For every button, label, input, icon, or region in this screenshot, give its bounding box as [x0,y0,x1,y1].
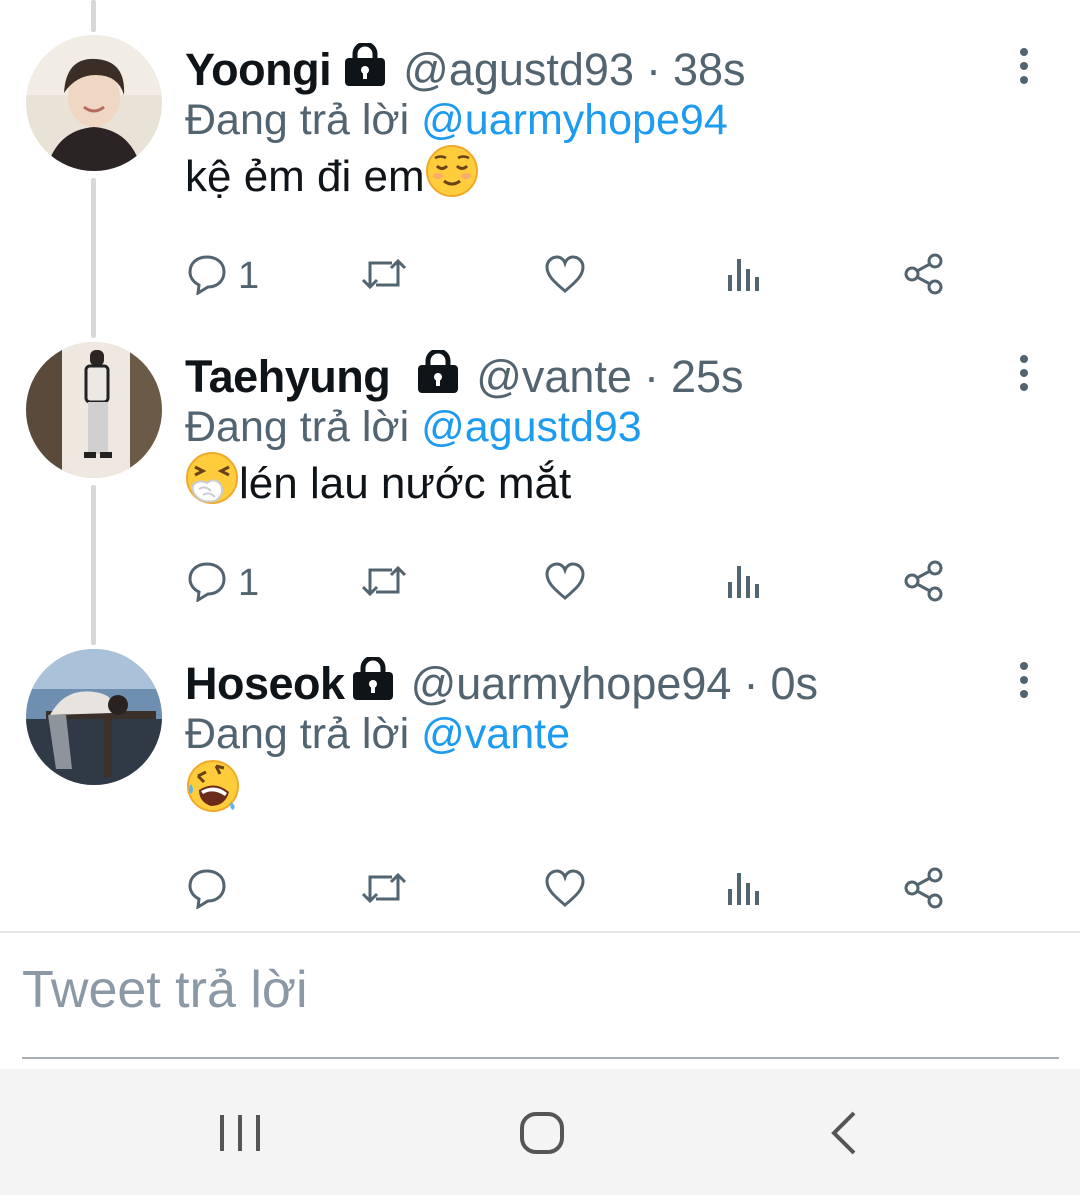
retweet-icon [360,560,408,607]
avatar[interactable] [26,342,162,478]
reply-count: 1 [238,561,260,604]
display-name[interactable]: Yoongi [185,44,332,96]
tweet-text: lén lau nước mắt [239,458,572,508]
separator-dot: · [743,658,759,709]
replying-to-label: Đang trả lời [185,710,410,758]
replying-to-link[interactable]: @vante [421,710,570,758]
compose-divider [0,931,1080,933]
retweet-button[interactable] [360,555,408,611]
recent-apps-icon[interactable] [218,1109,262,1157]
more-options-icon[interactable] [1010,46,1038,86]
separator-dot: · [643,351,659,402]
user-handle[interactable]: @vante [476,351,632,403]
system-navigation-bar [0,1069,1080,1195]
heart-icon [543,253,587,300]
heart-icon [543,560,587,607]
reply-icon [186,253,228,300]
retweet-button[interactable] [360,248,408,304]
lock-icon [349,655,397,712]
replying-to-link[interactable]: @uarmyhope94 [421,96,728,144]
rolling-on-floor-laughing-emoji [185,758,241,825]
more-options-icon[interactable] [1010,353,1038,393]
tweet-text: kệ ẻm đi em [185,151,425,201]
share-button[interactable] [902,248,946,304]
share-button[interactable] [902,862,946,918]
timestamp[interactable]: 38s [673,44,746,96]
tweet-actions: 1 [0,248,1080,308]
user-handle[interactable]: @uarmyhope94 [411,658,732,710]
reply-count: 1 [238,254,260,297]
replying-to-label: Đang trả lời [185,96,410,144]
like-button[interactable] [543,862,587,918]
user-handle[interactable]: @agustd93 [403,44,634,96]
lock-icon [414,348,462,405]
retweet-icon [360,253,408,300]
tweet-actions: 1 [0,555,1080,615]
retweet-button[interactable] [360,862,408,918]
reply-button[interactable] [186,862,238,918]
share-button[interactable] [902,555,946,611]
compose-underline [22,1057,1059,1059]
analytics-icon [724,560,764,607]
replying-to-link[interactable]: @agustd93 [421,403,642,451]
tweet-text-container [185,758,241,825]
reply-icon [186,867,228,914]
like-button[interactable] [543,555,587,611]
reply-button[interactable]: 1 [186,248,259,304]
analytics-button[interactable] [724,555,764,611]
share-icon [902,560,946,607]
timestamp[interactable]: 25s [671,351,744,403]
tweet-hoseok[interactable]: Hoseok @uarmyhope94 · 0s Đang trả lời @v… [0,614,1080,921]
reply-button[interactable]: 1 [186,555,259,611]
analytics-button[interactable] [724,862,764,918]
back-icon[interactable] [828,1109,860,1157]
replying-to: Đang trả lời @vante [185,710,570,759]
reply-compose-input[interactable]: Tweet trả lời [22,960,308,1020]
tweet-actions [0,862,1080,922]
more-options-icon[interactable] [1010,660,1038,700]
separator-dot: · [646,44,661,95]
relieved-face-emoji [425,144,479,209]
home-icon[interactable] [519,1109,565,1157]
heart-icon [543,867,587,914]
avatar[interactable] [26,35,162,171]
tweet-yoongi[interactable]: Yoongi @agustd93 · 38s Đang trả lời @uar… [0,0,1080,307]
lock-icon [341,41,389,98]
display-name[interactable]: Hoseok [185,658,345,710]
share-icon [902,867,946,914]
analytics-icon [724,867,764,914]
analytics-button[interactable] [724,248,764,304]
tweet-text-container: kệ ẻm đi em [185,144,479,209]
display-name[interactable]: Taehyung [185,351,391,403]
replying-to-label: Đang trả lời [185,403,410,451]
replying-to: Đang trả lời @uarmyhope94 [185,96,728,145]
analytics-icon [724,253,764,300]
reply-icon [186,560,228,607]
retweet-icon [360,867,408,914]
avatar[interactable] [26,649,162,785]
replying-to: Đang trả lời @agustd93 [185,403,642,452]
share-icon [902,253,946,300]
sneezing-face-emoji [185,451,239,516]
tweet-taehyung[interactable]: Taehyung @vante · 25s Đang trả lời @agus… [0,307,1080,614]
timestamp[interactable]: 0s [770,658,818,710]
like-button[interactable] [543,248,587,304]
tweet-text-container: lén lau nước mắt [185,451,571,516]
